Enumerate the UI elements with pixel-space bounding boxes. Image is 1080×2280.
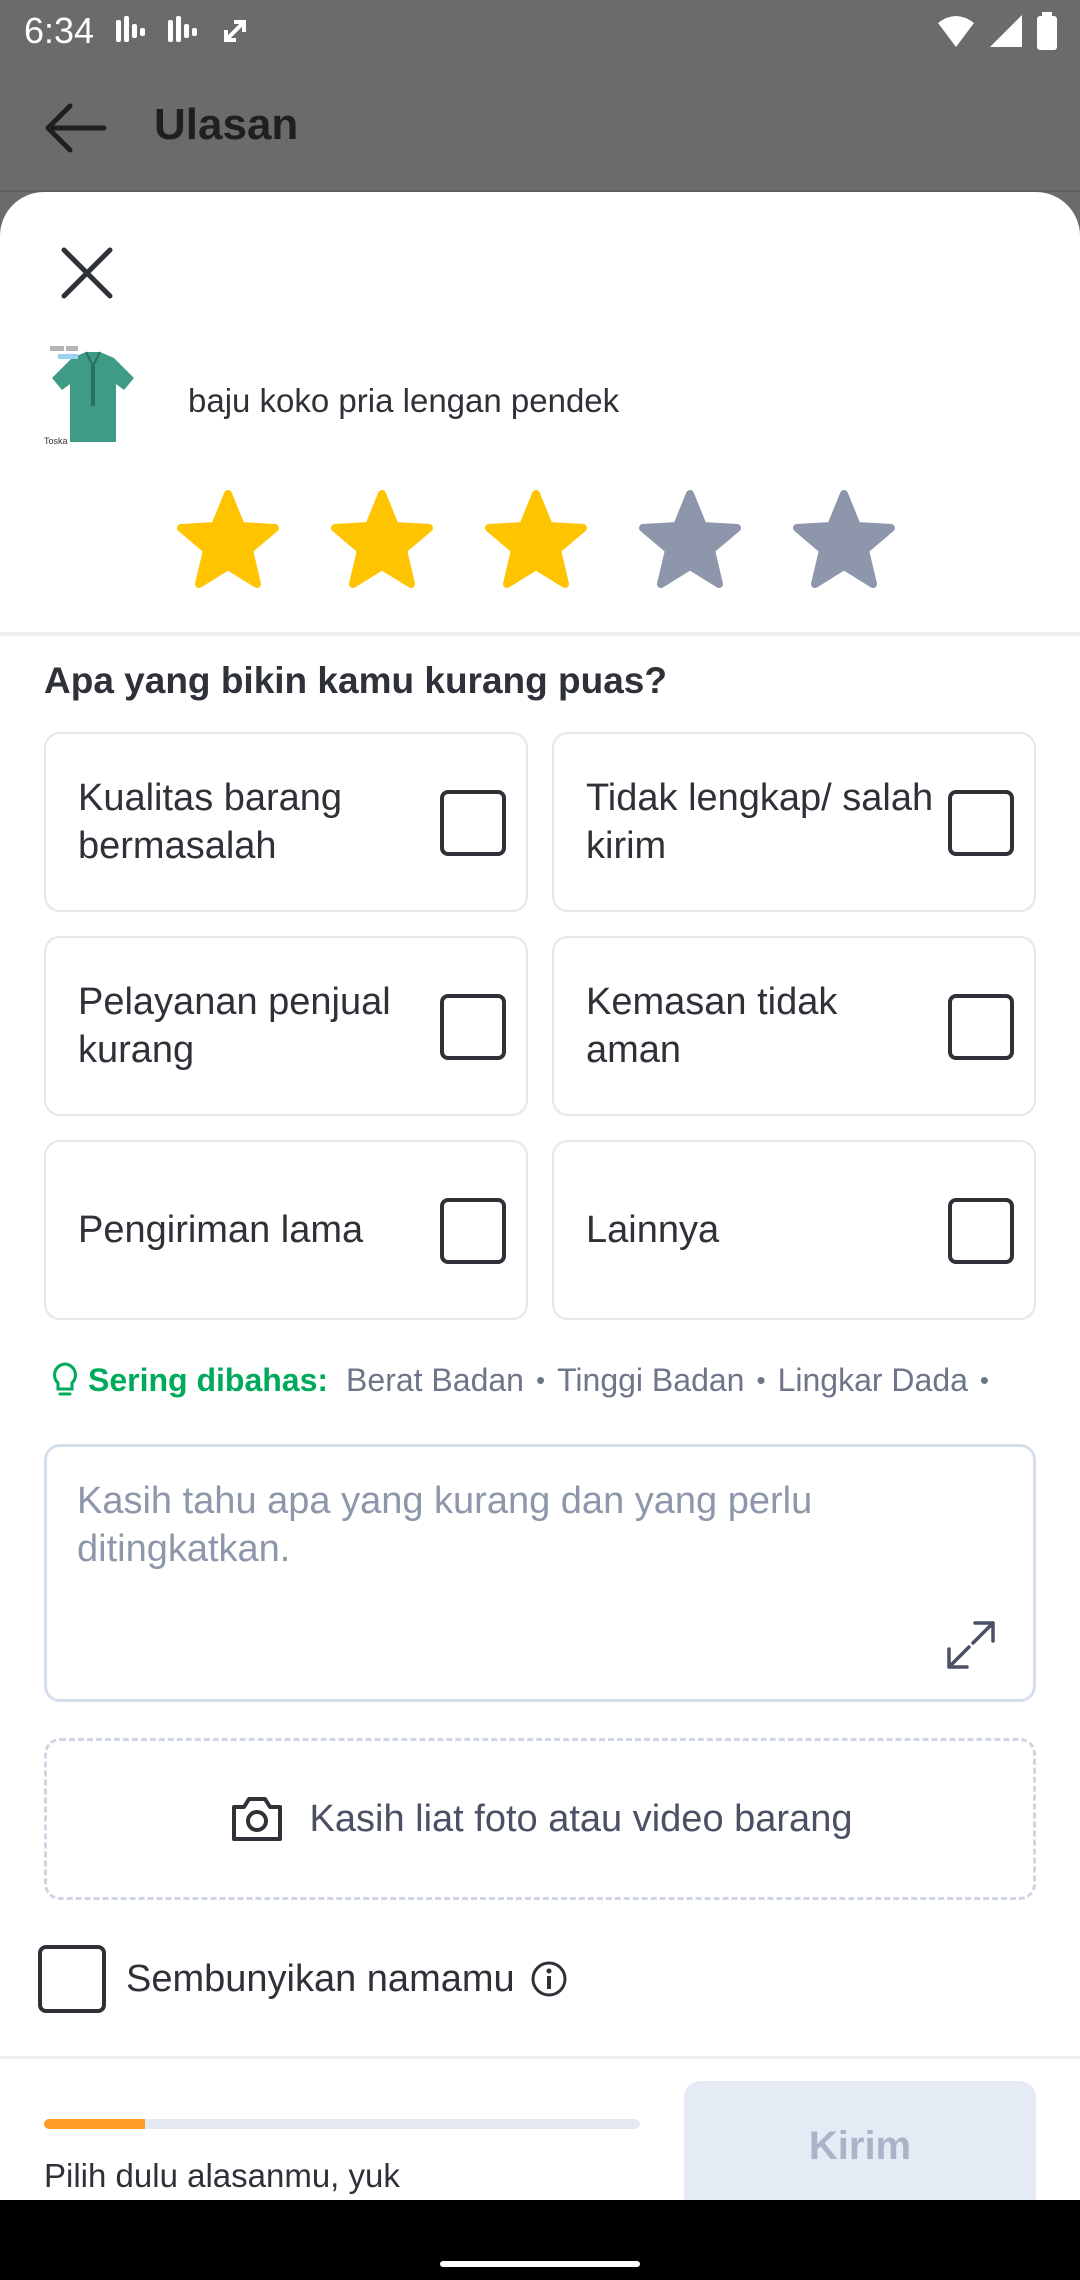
topics-heading: Sering dibahas: [88, 1361, 329, 1398]
close-icon[interactable] [58, 244, 116, 302]
reason-option-label: Lainnya [586, 1209, 720, 1251]
star-icon[interactable] [328, 488, 436, 592]
star-icon[interactable] [482, 488, 590, 592]
anonymous-label: Sembunyikan namamu [126, 1957, 515, 2000]
anonymous-checkbox[interactable] [38, 1945, 106, 2013]
signal-wave-icon [168, 16, 197, 42]
status-time: 6:34 [24, 10, 95, 51]
reason-option-label: Pengiriman lama [78, 1209, 364, 1251]
topic-separator: • [535, 1364, 546, 1395]
app-bar: Ulasan [0, 64, 1080, 192]
reason-checkbox[interactable] [440, 790, 506, 856]
reason-checkbox[interactable] [440, 1198, 506, 1264]
cell-signal-icon [990, 15, 1022, 47]
reason-option-label: Kualitas barang bermasalah [78, 777, 343, 867]
signal-wave-icon [116, 16, 145, 42]
status-bar: 6:34 [0, 0, 1080, 64]
reason-checkbox[interactable] [440, 994, 506, 1060]
anonymous-toggle-row[interactable]: Sembunyikan namamu [38, 1944, 569, 2014]
wifi-icon [938, 16, 974, 47]
topic-separator: • [756, 1364, 766, 1395]
info-icon[interactable] [529, 1959, 569, 1999]
review-sheet: Toska baju koko pria lengan pendek Apa y… [0, 192, 1080, 2280]
reason-option[interactable]: Kualitas barang bermasalah [44, 732, 528, 912]
reason-option-label: Tidak lengkap/ salah kirim [586, 777, 934, 867]
battery-icon [1037, 12, 1057, 50]
topic-separator: • [979, 1364, 990, 1395]
navigation-bar [0, 2200, 1080, 2280]
camera-icon [231, 1797, 282, 1841]
star-rating[interactable] [174, 488, 898, 592]
arrow-left-icon[interactable] [42, 102, 108, 154]
sync-icon [224, 20, 246, 42]
reason-option[interactable]: Tidak lengkap/ salah kirim [552, 732, 1036, 912]
submit-button[interactable]: Kirim [684, 2081, 1036, 2211]
reason-option[interactable]: Kemasan tidak aman [552, 936, 1036, 1116]
submit-footer: Pilih dulu alasanmu, yuk Kirim [0, 2056, 1080, 2224]
reason-option[interactable]: Pengiriman lama [44, 1140, 528, 1320]
upload-media-button[interactable]: Kasih liat foto atau video barang [44, 1738, 1036, 1900]
star-icon[interactable] [636, 488, 744, 592]
star-icon[interactable] [790, 488, 898, 592]
expand-icon[interactable] [943, 1617, 999, 1673]
upload-label: Kasih liat foto atau video barang [309, 1797, 853, 1840]
topic-chip[interactable]: Lingkar Dada [778, 1362, 968, 1399]
reason-option[interactable]: Lainnya [552, 1140, 1036, 1320]
topic-chip[interactable]: Berat Badan [346, 1362, 524, 1399]
notification-icons [112, 12, 254, 50]
product-name: baju koko pria lengan pendek [188, 382, 620, 419]
section-divider [0, 632, 1080, 636]
reason-checkbox[interactable] [948, 1198, 1014, 1264]
reason-option-label: Kemasan tidak aman [586, 981, 838, 1071]
frequent-topics: Sering dibahas: Berat Badan • Tinggi Bad… [48, 1356, 1080, 1404]
progress-bar [44, 2119, 640, 2129]
star-icon[interactable] [174, 488, 282, 592]
progress-hint: Pilih dulu alasanmu, yuk [44, 2157, 400, 2194]
reason-option-label: Pelayanan penjual kurang [78, 981, 391, 1071]
progress-fill [44, 2119, 146, 2129]
home-handle[interactable] [440, 2261, 640, 2267]
reason-checkbox[interactable] [948, 994, 1014, 1060]
review-textarea[interactable]: Kasih tahu apa yang kurang dan yang perl… [44, 1444, 1036, 1702]
reason-option[interactable]: Pelayanan penjual kurang [44, 936, 528, 1116]
topic-chip[interactable]: Tinggi Badan [557, 1362, 744, 1399]
product-image: Toska [42, 344, 144, 450]
thumb-caption: Toska [44, 436, 68, 446]
system-icons [936, 12, 1058, 50]
reason-checkbox[interactable] [948, 790, 1014, 856]
lightbulb-icon [53, 1362, 77, 1396]
reason-question: Apa yang bikin kamu kurang puas? [44, 660, 667, 701]
page-title: Ulasan [154, 100, 299, 149]
review-placeholder: Kasih tahu apa yang kurang dan yang perl… [77, 1480, 813, 1570]
